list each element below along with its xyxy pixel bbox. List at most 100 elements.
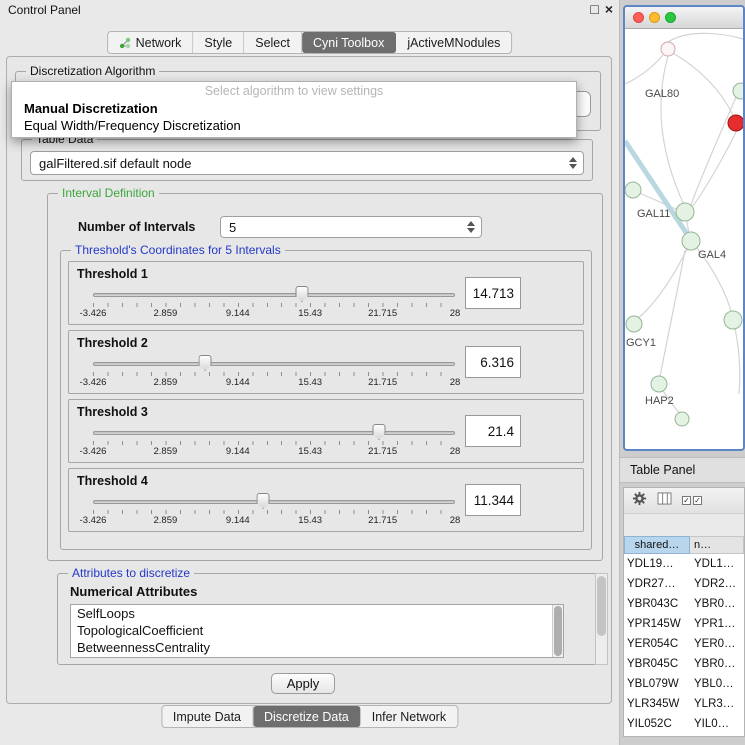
stepper-icon <box>467 221 475 233</box>
columns-icon[interactable] <box>657 492 672 510</box>
minimize-icon[interactable]: □ <box>590 1 598 17</box>
cell-name: YPR1… <box>690 618 744 630</box>
network-node[interactable] <box>651 376 667 392</box>
threshold-slider[interactable]: -3.4262.8599.14415.4321.71528 <box>93 422 455 462</box>
table-data-value: galFiltered.sif default node <box>39 156 191 171</box>
attributes-list[interactable]: SelfLoopsTopologicalCoefficientBetweenne… <box>70 604 564 658</box>
algorithm-dropdown: Select algorithm to view settings Manual… <box>11 81 577 138</box>
threshold-slider[interactable]: -3.4262.8599.14415.4321.71528 <box>93 284 455 324</box>
cell-name: YBR0… <box>690 658 744 670</box>
slider-track[interactable] <box>93 500 455 504</box>
network-node[interactable] <box>661 42 675 56</box>
slider-thumb[interactable] <box>199 355 212 371</box>
threshold-slider[interactable]: -3.4262.8599.14415.4321.71528 <box>93 491 455 531</box>
algorithm-option[interactable]: Manual Discretization <box>12 100 576 117</box>
table-row[interactable]: YIL052C YIL0… <box>624 714 744 734</box>
network-node[interactable] <box>625 182 641 198</box>
column-header-name[interactable]: n… <box>690 536 744 554</box>
number-of-intervals-label: Number of Intervals <box>78 220 195 234</box>
tick-label: 9.144 <box>226 446 250 457</box>
network-node[interactable] <box>626 316 642 332</box>
threshold-label: Threshold 3 <box>77 405 148 419</box>
network-node[interactable] <box>675 412 689 426</box>
group-title: Attributes to discretize <box>68 566 194 581</box>
select-checkboxes-icon[interactable]: ✓✓ <box>682 496 702 505</box>
slider-thumb[interactable] <box>372 424 385 440</box>
tab-label: Style <box>204 36 232 50</box>
list-scrollbar[interactable] <box>552 605 563 657</box>
table-row[interactable]: YLR345W YLR3… <box>624 694 744 714</box>
attribute-item[interactable]: SelfLoops <box>71 605 563 622</box>
network-node[interactable] <box>676 203 694 221</box>
minimize-traffic-light[interactable] <box>649 12 660 23</box>
slider-track[interactable] <box>93 431 455 435</box>
network-node[interactable] <box>724 311 742 329</box>
apply-button[interactable]: Apply <box>271 673 335 694</box>
network-node-red[interactable] <box>728 115 743 131</box>
tick-label: -3.426 <box>80 446 107 457</box>
tab[interactable]: Style <box>193 32 244 53</box>
number-of-intervals-combobox[interactable]: 5 <box>220 216 482 238</box>
bottom-tab-strip: Impute Data Discretize DataInfer Network <box>161 705 458 728</box>
tick-label: 2.859 <box>154 515 178 526</box>
network-node-label: GAL4 <box>698 249 726 261</box>
table-row[interactable]: YDR27… YDR2… <box>624 574 744 594</box>
threshold-value-field[interactable]: 21.4 <box>465 415 521 447</box>
column-header-shared-name[interactable]: shared… <box>624 536 690 554</box>
table-toolbar: ✓✓ <box>624 488 744 514</box>
table-row[interactable]: YBR045C YBR0… <box>624 654 744 674</box>
close-icon[interactable]: × <box>605 1 613 17</box>
tab[interactable]: Select <box>244 32 302 53</box>
tab[interactable]: Discretize Data <box>253 706 361 727</box>
algorithm-option[interactable]: Equal Width/Frequency Discretization <box>12 117 576 134</box>
slider-tick-labels: -3.4262.8599.14415.4321.71528 <box>93 515 455 526</box>
tab-label: Impute Data <box>173 710 241 724</box>
table-row[interactable]: YPR145W YPR1… <box>624 614 744 634</box>
slider-thumb[interactable] <box>295 286 308 302</box>
table-row[interactable]: YER054C YER0… <box>624 634 744 654</box>
tick-label: 2.859 <box>154 377 178 388</box>
network-node[interactable] <box>733 83 743 99</box>
table-row[interactable]: YDL19… YDL1… <box>624 554 744 574</box>
thresholds-group: Threshold's Coordinates for 5 Intervals … <box>60 250 592 550</box>
threshold-value-field[interactable]: 14.713 <box>465 277 521 309</box>
cell-name: YDR2… <box>690 578 744 590</box>
tick-label: 21.715 <box>368 446 397 457</box>
slider-thumb[interactable] <box>257 493 270 509</box>
close-traffic-light[interactable] <box>633 12 644 23</box>
table-row[interactable]: YBR043C YBR0… <box>624 594 744 614</box>
tab[interactable]: jActiveMNodules <box>396 32 511 53</box>
network-node[interactable] <box>682 232 700 250</box>
tick-label: 28 <box>450 446 461 457</box>
tab[interactable]: Cyni Toolbox <box>302 32 396 53</box>
cell-shared-name: YDL19… <box>624 558 690 570</box>
threshold-value-field[interactable]: 11.344 <box>465 484 521 516</box>
table-data-combobox[interactable]: galFiltered.sif default node <box>30 151 584 175</box>
zoom-traffic-light[interactable] <box>665 12 676 23</box>
interval-definition-group: Interval Definition Number of Intervals … <box>47 193 603 561</box>
tick-label: 2.859 <box>154 308 178 319</box>
control-panel-titlebar: Control Panel □ × <box>0 0 619 20</box>
network-window-titlebar <box>625 7 743 29</box>
cell-name: YER0… <box>690 638 744 650</box>
threshold-panel: Threshold 4 -3.4262.8599.14415.4321.7152… <box>68 468 584 532</box>
table-row[interactable]: YBL079W YBL0… <box>624 674 744 694</box>
threshold-slider[interactable]: -3.4262.8599.14415.4321.71528 <box>93 353 455 393</box>
attribute-item[interactable]: TopologicalCoefficient <box>71 622 563 639</box>
tab[interactable]: Infer Network <box>361 706 457 727</box>
tick-label: -3.426 <box>80 308 107 319</box>
attribute-item[interactable]: BetweennessCentrality <box>71 639 563 656</box>
tab[interactable]: Impute Data <box>162 706 253 727</box>
tick-label: 21.715 <box>368 377 397 388</box>
threshold-value-field[interactable]: 6.316 <box>465 346 521 378</box>
cell-shared-name: YLR345W <box>624 698 690 710</box>
slider-track[interactable] <box>93 293 455 297</box>
panel-scrollbar[interactable] <box>595 573 608 665</box>
tick-label: 15.43 <box>298 515 322 526</box>
gear-icon[interactable] <box>632 491 647 511</box>
network-canvas[interactable]: GAL80 GAL11 GAL4 GCY1 HAP2 <box>625 29 743 450</box>
tick-label: 21.715 <box>368 515 397 526</box>
slider-track[interactable] <box>93 362 455 366</box>
tab[interactable]: Network <box>108 32 194 53</box>
slider-ticks <box>93 303 455 307</box>
